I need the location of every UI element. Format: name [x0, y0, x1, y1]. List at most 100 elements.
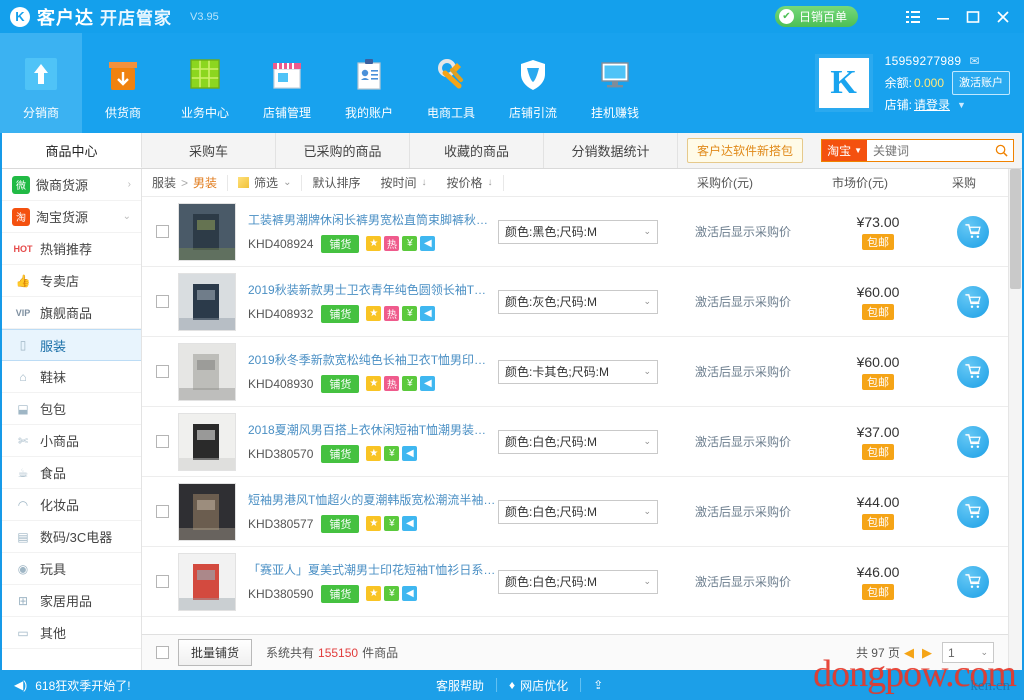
status-notice-text[interactable]: 618狂欢季开始了!: [35, 677, 130, 694]
row-checkbox[interactable]: [156, 575, 169, 588]
maximize-icon[interactable]: [958, 4, 988, 30]
nav-item-ecommerce-tools[interactable]: 电商工具: [410, 33, 492, 133]
table-row[interactable]: 短袖男港风T恤超火的夏潮韩版宽松潮流半袖 …KHD380577铺货★¥◀颜色:白…: [142, 477, 1008, 547]
cart-icon[interactable]: [957, 356, 989, 388]
avatar[interactable]: K: [815, 54, 873, 112]
sidebar-item-clothes[interactable]: ▯ 服装: [2, 329, 141, 361]
select-all-checkbox[interactable]: [156, 646, 169, 659]
menu-icon[interactable]: [898, 4, 928, 30]
upload-icon[interactable]: ⇪: [593, 678, 603, 692]
row-checkbox[interactable]: [156, 365, 169, 378]
product-thumbnail[interactable]: [178, 483, 236, 541]
table-row[interactable]: 2018夏潮风男百搭上衣休闲短袖T恤潮男装韩 …KHD380570铺货★¥◀颜色…: [142, 407, 1008, 477]
row-checkbox[interactable]: [156, 225, 169, 238]
sort-default-button[interactable]: 默认排序: [302, 169, 370, 197]
sidebar-item-food[interactable]: ☕ 食品: [2, 457, 141, 489]
shop-login-link[interactable]: 请登录: [914, 95, 950, 115]
sidebar-item-shoes[interactable]: ⌂ 鞋袜: [2, 361, 141, 393]
product-title[interactable]: 工装裤男潮牌休闲长裤男宽松直筒束脚裤秋季 …: [248, 211, 498, 228]
product-title[interactable]: 「赛亚人」夏美式潮男士印花短袖T恤衫日系 …: [248, 561, 498, 578]
promo-package-button[interactable]: 客户达软件新搭包: [687, 138, 803, 163]
sidebar-item-bags[interactable]: ⬓ 包包: [2, 393, 141, 425]
sort-by-price-button[interactable]: 按价格↓: [436, 169, 502, 197]
daily-orders-badge[interactable]: ✔ 日销百单: [775, 6, 858, 27]
product-title[interactable]: 2018夏潮风男百搭上衣休闲短袖T恤潮男装韩 …: [248, 421, 498, 438]
product-thumbnail[interactable]: [178, 343, 236, 401]
minimize-icon[interactable]: [928, 4, 958, 30]
nav-item-distributor[interactable]: 分销商: [0, 33, 82, 133]
publish-badge[interactable]: 铺货: [321, 305, 359, 323]
sidebar-item-flagship[interactable]: VIP 旗舰商品: [2, 297, 141, 329]
sidebar-item-digital[interactable]: ▤ 数码/3C电器: [2, 521, 141, 553]
sku-select[interactable]: 颜色:白色;尺码:M⌄: [498, 500, 658, 524]
nav-item-business-center[interactable]: 业务中心: [164, 33, 246, 133]
publish-badge[interactable]: 铺货: [321, 515, 359, 533]
table-row[interactable]: 「赛亚人」夏美式潮男士印花短袖T恤衫日系 …KHD380590铺货★¥◀颜色:白…: [142, 547, 1008, 617]
nav-item-shop-manage[interactable]: 店铺管理: [246, 33, 328, 133]
tab-purchase-cart[interactable]: 采购车: [142, 133, 276, 168]
table-row[interactable]: 2019秋冬季新款宽松纯色长袖卫衣T恤男印花 …KHD408930铺货★热¥◀颜…: [142, 337, 1008, 407]
table-row[interactable]: 2019秋装新款男士卫衣青年纯色圆领长袖T恤 …KHD408932铺货★热¥◀颜…: [142, 267, 1008, 337]
tab-distribution-stats[interactable]: 分销数据统计: [544, 133, 678, 168]
sku-select[interactable]: 颜色:白色;尺码:M⌄: [498, 570, 658, 594]
sidebar-item-toys[interactable]: ◉ 玩具: [2, 553, 141, 585]
sku-select[interactable]: 颜色:白色;尺码:M⌄: [498, 430, 658, 454]
nav-item-my-account[interactable]: 我的账户: [328, 33, 410, 133]
tab-favorite-goods[interactable]: 收藏的商品: [410, 133, 544, 168]
sidebar-item-weishang[interactable]: 微 微商货源 ›: [2, 169, 141, 201]
tab-product-center[interactable]: 商品中心: [2, 133, 142, 168]
chevron-down-icon[interactable]: ▼: [957, 95, 966, 115]
mail-icon[interactable]: ✉: [969, 51, 979, 71]
shop-optimize-link[interactable]: ♦ 网店优化: [509, 677, 568, 694]
nav-item-idle-earning[interactable]: 挂机赚钱: [574, 33, 656, 133]
batch-publish-button[interactable]: 批量铺货: [178, 639, 252, 666]
sort-by-time-button[interactable]: 按时间↓: [370, 169, 436, 197]
tab-purchased-goods[interactable]: 已采购的商品: [276, 133, 410, 168]
publish-badge[interactable]: 铺货: [321, 585, 359, 603]
sidebar-item-hot[interactable]: HOT 热销推荐: [2, 233, 141, 265]
publish-badge[interactable]: 铺货: [321, 445, 359, 463]
search-category-dropdown[interactable]: 淘宝▼: [822, 140, 867, 161]
sidebar-item-taobao[interactable]: 淘 淘宝货源 ⌄: [2, 201, 141, 233]
row-checkbox[interactable]: [156, 435, 169, 448]
product-thumbnail[interactable]: [178, 553, 236, 611]
table-row[interactable]: 工装裤男潮牌休闲长裤男宽松直筒束脚裤秋季 …KHD408924铺货★热¥◀颜色:…: [142, 197, 1008, 267]
publish-badge[interactable]: 铺货: [321, 375, 359, 393]
sku-select[interactable]: 颜色:卡其色;尺码:M⌄: [498, 360, 658, 384]
product-thumbnail[interactable]: [178, 273, 236, 331]
breadcrumb-root[interactable]: 服装: [152, 174, 176, 191]
sidebar-item-store[interactable]: 👍 专卖店: [2, 265, 141, 297]
row-checkbox[interactable]: [156, 295, 169, 308]
sku-select[interactable]: 颜色:灰色;尺码:M⌄: [498, 290, 658, 314]
breadcrumb-current[interactable]: 男装: [193, 174, 217, 191]
sidebar-item-small-goods[interactable]: ✄ 小商品: [2, 425, 141, 457]
scrollbar-thumb[interactable]: [1010, 169, 1021, 289]
sidebar-item-home-goods[interactable]: ⊞ 家居用品: [2, 585, 141, 617]
cart-icon[interactable]: [957, 216, 989, 248]
product-thumbnail[interactable]: [178, 203, 236, 261]
activate-account-button[interactable]: 激活账户: [952, 71, 1010, 95]
close-icon[interactable]: [988, 4, 1018, 30]
search-icon[interactable]: [989, 140, 1013, 161]
nav-item-supplier[interactable]: 供货商: [82, 33, 164, 133]
filter-dropdown[interactable]: 筛选 ⌄: [228, 169, 301, 197]
product-thumbnail[interactable]: [178, 413, 236, 471]
nav-item-shop-traffic[interactable]: 店铺引流: [492, 33, 574, 133]
customer-help-link[interactable]: 客服帮助: [436, 677, 484, 694]
product-title[interactable]: 2019秋装新款男士卫衣青年纯色圆领长袖T恤 …: [248, 281, 498, 298]
sidebar-item-cosmetics[interactable]: ◠ 化妆品: [2, 489, 141, 521]
sidebar-item-other[interactable]: ▭ 其他: [2, 617, 141, 649]
sku-select[interactable]: 颜色:黑色;尺码:M⌄: [498, 220, 658, 244]
cart-icon[interactable]: [957, 566, 989, 598]
cart-icon[interactable]: [957, 426, 989, 458]
product-title[interactable]: 2019秋冬季新款宽松纯色长袖卫衣T恤男印花 …: [248, 351, 498, 368]
cart-icon[interactable]: [957, 286, 989, 318]
cart-icon[interactable]: [957, 496, 989, 528]
avatar-letter: K: [830, 64, 856, 102]
publish-badge[interactable]: 铺货: [321, 235, 359, 253]
vertical-scrollbar[interactable]: [1008, 169, 1022, 670]
product-title[interactable]: 短袖男港风T恤超火的夏潮韩版宽松潮流半袖 …: [248, 491, 498, 508]
tab-bar-right: 客户达软件新搭包 淘宝▼: [678, 133, 1022, 168]
row-checkbox[interactable]: [156, 505, 169, 518]
search-input[interactable]: [867, 140, 989, 161]
